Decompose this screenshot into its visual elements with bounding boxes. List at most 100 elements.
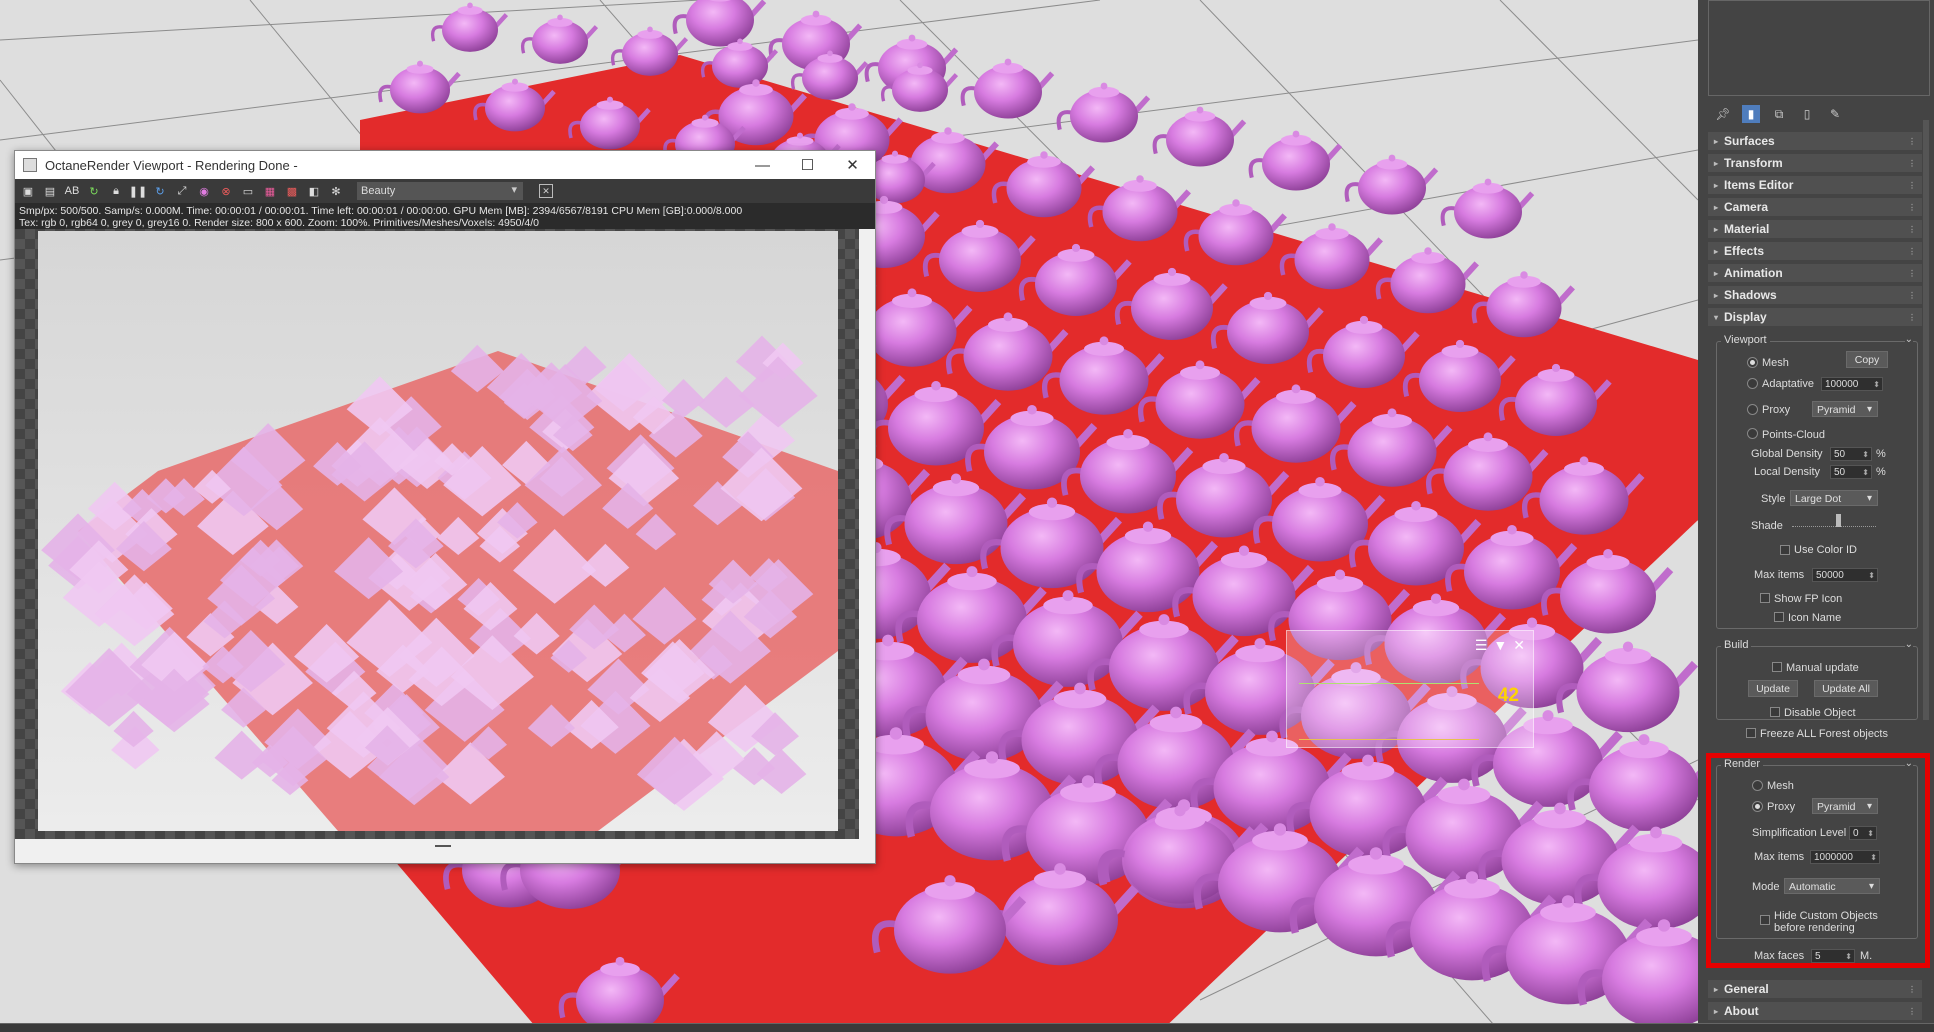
group-title: Build [1721, 639, 1752, 651]
rollout-surfaces[interactable]: ▸ Surfaces ⋮ [1708, 132, 1922, 150]
global-density-value[interactable]: 50 [1830, 447, 1872, 462]
rollout-label: About [1724, 1004, 1759, 1018]
material-icon[interactable]: ▩ [283, 182, 301, 200]
render-area[interactable] [15, 229, 860, 841]
use-color-id-checkbox[interactable] [1780, 545, 1790, 555]
expand-icon: ▸ [1714, 202, 1719, 212]
group-icon[interactable]: ⧉ [1770, 105, 1788, 123]
freeze-all-checkbox[interactable] [1746, 728, 1756, 738]
adaptive-value[interactable]: 100000 [1821, 377, 1883, 392]
rollout-label: Material [1724, 222, 1770, 236]
update-button[interactable]: Update [1748, 680, 1798, 697]
resize-grip[interactable] [435, 845, 451, 847]
refresh-icon[interactable]: ↻ [85, 182, 103, 200]
display-icon[interactable]: ▭ [239, 182, 257, 200]
rollout-label: Camera [1724, 200, 1769, 214]
points-cloud-radio[interactable] [1747, 428, 1758, 439]
panel-tabs: 📌︎ ▮ ⧉ ▯ ✎ [1708, 102, 1930, 126]
copy-button[interactable]: Copy [1846, 351, 1888, 368]
gizmo-axis-line [1299, 739, 1479, 740]
proxy-pyramid [697, 376, 755, 428]
rollout-display[interactable]: ▾ Display ⋮ [1708, 308, 1922, 326]
region-icon[interactable]: ⊗ [217, 182, 235, 200]
render-pass-select[interactable]: Beauty [357, 182, 523, 200]
collapse-icon[interactable]: ▼ [1493, 637, 1507, 654]
teapot[interactable] [1056, 82, 1151, 143]
modifier-icon[interactable]: ▮ [1742, 105, 1760, 123]
local-density-value[interactable]: 50 [1830, 465, 1872, 480]
show-fp-icon-checkbox[interactable] [1760, 593, 1770, 603]
collapse-icon[interactable]: ⌄ [1904, 334, 1913, 345]
maximize-button[interactable]: ☐ [785, 151, 830, 179]
rollout-general[interactable]: ▸ General ⋮ [1708, 980, 1922, 998]
vertical-scrollbar[interactable] [859, 229, 875, 841]
rollout-shadows[interactable]: ▸ Shadows ⋮ [1708, 286, 1922, 304]
menu-icon[interactable]: ☰ [1475, 637, 1488, 654]
copy-icon[interactable]: ▤ [41, 182, 59, 200]
film-icon[interactable]: ▦ [261, 182, 279, 200]
forest-gizmo[interactable]: ☰ ▼ ✕ 42 [1286, 630, 1534, 748]
rollout-material[interactable]: ▸ Material ⋮ [1708, 220, 1922, 238]
window-statusbar [15, 839, 875, 863]
teapot[interactable] [1152, 106, 1247, 167]
rollout-about[interactable]: ▸ About ⋮ [1708, 1002, 1922, 1020]
restart-icon[interactable]: ↻ [151, 182, 169, 200]
rollout-label: Items Editor [1724, 178, 1794, 192]
configure-icon[interactable]: ✎ [1826, 105, 1844, 123]
manual-update-label: Manual update [1786, 662, 1859, 674]
rollout-effects[interactable]: ▸ Effects ⋮ [1708, 242, 1922, 260]
viewport-proxy-radio[interactable] [1747, 404, 1758, 415]
window-titlebar[interactable]: OctaneRender Viewport - Rendering Done -… [15, 151, 875, 179]
teapot[interactable] [1440, 178, 1535, 239]
teapot[interactable] [960, 58, 1055, 119]
viewport-max-items-label: Max items [1754, 569, 1805, 581]
rollout-items-editor[interactable]: ▸ Items Editor ⋮ [1708, 176, 1922, 194]
manual-update-checkbox[interactable] [1772, 662, 1782, 672]
collapse-icon[interactable]: ⌄ [1904, 639, 1913, 650]
status-bar [0, 1023, 1934, 1032]
teapot[interactable] [1344, 154, 1439, 215]
render-stats: Smp/px: 500/500. Samp/s: 0.000M. Time: 0… [15, 203, 875, 229]
viewport-proxy-type[interactable]: Pyramid [1812, 401, 1878, 418]
save-icon[interactable]: ▣ [19, 182, 37, 200]
update-all-button[interactable]: Update All [1814, 680, 1878, 697]
lock-icon[interactable]: 🔒︎ [107, 182, 125, 200]
viewport-max-items-value[interactable]: 50000 [1812, 568, 1878, 583]
settings-icon[interactable]: ✻ [327, 182, 345, 200]
teapot[interactable] [1248, 130, 1343, 191]
rendered-image [38, 231, 838, 831]
disable-object-checkbox[interactable] [1770, 707, 1780, 717]
close-icon[interactable]: ✕ [1513, 637, 1525, 654]
local-density-label: Local Density [1754, 466, 1821, 478]
viewport-mesh-radio[interactable] [1747, 357, 1758, 368]
shade-slider[interactable] [1792, 514, 1876, 527]
camera-icon[interactable]: ⤢ [173, 182, 191, 200]
rollout-camera[interactable]: ▸ Camera ⋮ [1708, 198, 1922, 216]
teapot[interactable] [520, 14, 599, 64]
teapot[interactable] [430, 2, 509, 52]
rollout-animation[interactable]: ▸ Animation ⋮ [1708, 264, 1922, 282]
teapot[interactable] [672, 0, 767, 47]
use-color-id-label: Use Color ID [1794, 544, 1857, 556]
pin-icon[interactable]: 📌︎ [1714, 105, 1732, 123]
panel-scrollbar[interactable] [1923, 120, 1929, 720]
close-button[interactable]: ✕ [830, 151, 875, 179]
render-stats-line: Smp/px: 500/500. Samp/s: 0.000M. Time: 0… [19, 205, 743, 217]
clear-icon[interactable]: ✕ [539, 184, 553, 198]
ab-icon[interactable]: AB [63, 182, 81, 200]
adaptive-radio[interactable] [1747, 378, 1758, 389]
texture-icon[interactable]: ◧ [305, 182, 323, 200]
minimize-button[interactable]: — [740, 151, 785, 179]
octane-viewport-window[interactable]: OctaneRender Viewport - Rendering Done -… [14, 150, 876, 864]
color-icon[interactable]: ◉ [195, 182, 213, 200]
rollout-transform[interactable]: ▸ Transform ⋮ [1708, 154, 1922, 172]
pause-icon[interactable]: ❚❚ [129, 182, 147, 200]
style-dropdown[interactable]: Large Dot [1790, 490, 1878, 507]
delete-icon[interactable]: ▯ [1798, 105, 1816, 123]
slider-knob[interactable] [1836, 514, 1841, 527]
icon-name-checkbox[interactable] [1774, 612, 1784, 622]
expand-icon: ▸ [1714, 290, 1719, 300]
expand-icon: ▸ [1714, 246, 1719, 256]
expand-icon: ▸ [1714, 136, 1719, 146]
collapse-icon: ▾ [1714, 312, 1719, 322]
